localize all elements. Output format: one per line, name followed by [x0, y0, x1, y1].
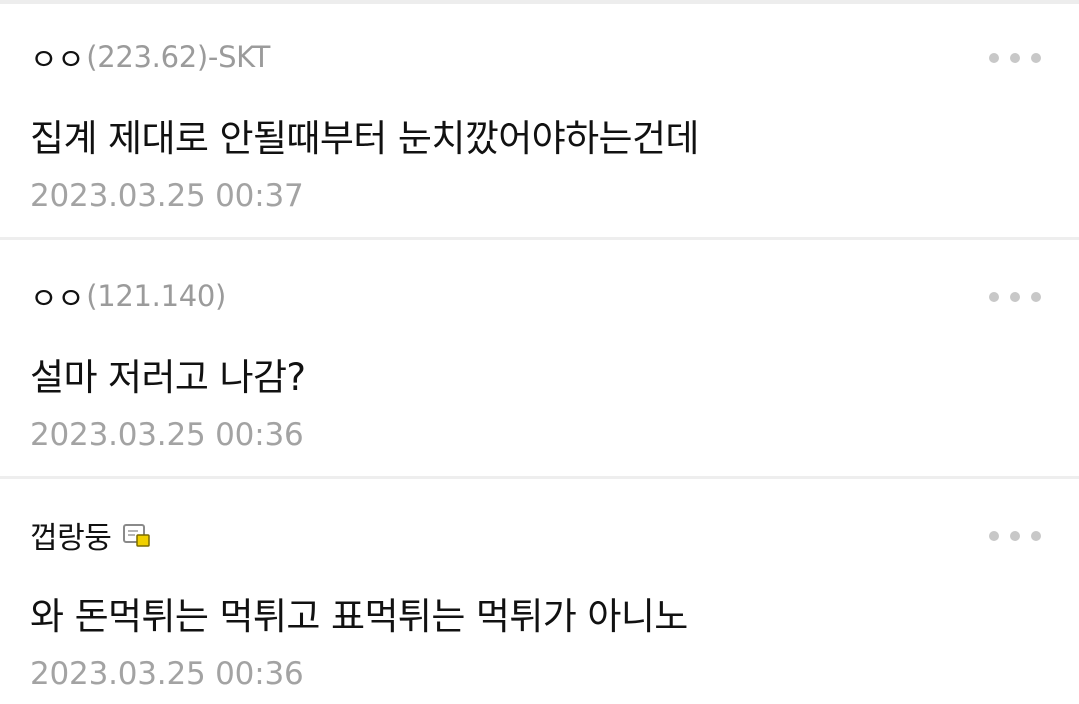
- comment-text: 와 돈먹튀는 먹튀고 표먹튀는 먹튀가 아니노: [30, 595, 688, 638]
- more-dots-icon: [989, 292, 999, 302]
- comment-item: ㅇㅇ (121.140) 설마 저러고 나감? 2023.03.25 00:36: [0, 243, 1079, 479]
- comment-divider: [0, 476, 1079, 479]
- comment-author-name[interactable]: 껍랑둥: [30, 513, 112, 557]
- comment-text: 집계 제대로 안될때부터 눈치깠어야하는건데: [30, 117, 699, 160]
- comment-item: ㅇㅇ (223.62)-SKT 집계 제대로 안될때부터 눈치깠어야하는건데 2…: [0, 4, 1079, 240]
- more-dots-icon: [1010, 53, 1020, 63]
- comment-author-row: ㅇㅇ (121.140): [30, 275, 226, 317]
- comment-divider: [0, 237, 1079, 240]
- more-dots-icon: [1010, 292, 1020, 302]
- comment-author-row: 껍랑둥: [30, 514, 151, 556]
- more-dots-icon: [1031, 531, 1041, 541]
- comment-author-ip: (121.140): [86, 279, 227, 313]
- comment-author-name[interactable]: ㅇㅇ: [30, 274, 85, 318]
- more-dots-icon: [1010, 531, 1020, 541]
- comment-author-ip: (223.62)-SKT: [86, 40, 271, 74]
- comment-author-name[interactable]: ㅇㅇ: [30, 35, 85, 79]
- comment-item: 껍랑둥 와 돈먹튀는 먹튀고 표먹튀는 먹튀가 아니노 2023.03.25 0…: [0, 482, 1079, 704]
- comment-text: 설마 저러고 나감?: [30, 356, 306, 399]
- comment-date: 2023.03.25 00:36: [30, 656, 304, 692]
- more-dots-icon: [1031, 53, 1041, 63]
- fixed-nick-icon: [123, 522, 151, 548]
- more-options-button[interactable]: [989, 48, 1041, 68]
- comment-date: 2023.03.25 00:37: [30, 178, 304, 214]
- more-dots-icon: [989, 53, 999, 63]
- more-options-button[interactable]: [989, 287, 1041, 307]
- more-dots-icon: [989, 531, 999, 541]
- more-options-button[interactable]: [989, 526, 1041, 546]
- more-dots-icon: [1031, 292, 1041, 302]
- comment-author-row: ㅇㅇ (223.62)-SKT: [30, 36, 270, 78]
- comment-date: 2023.03.25 00:36: [30, 417, 304, 453]
